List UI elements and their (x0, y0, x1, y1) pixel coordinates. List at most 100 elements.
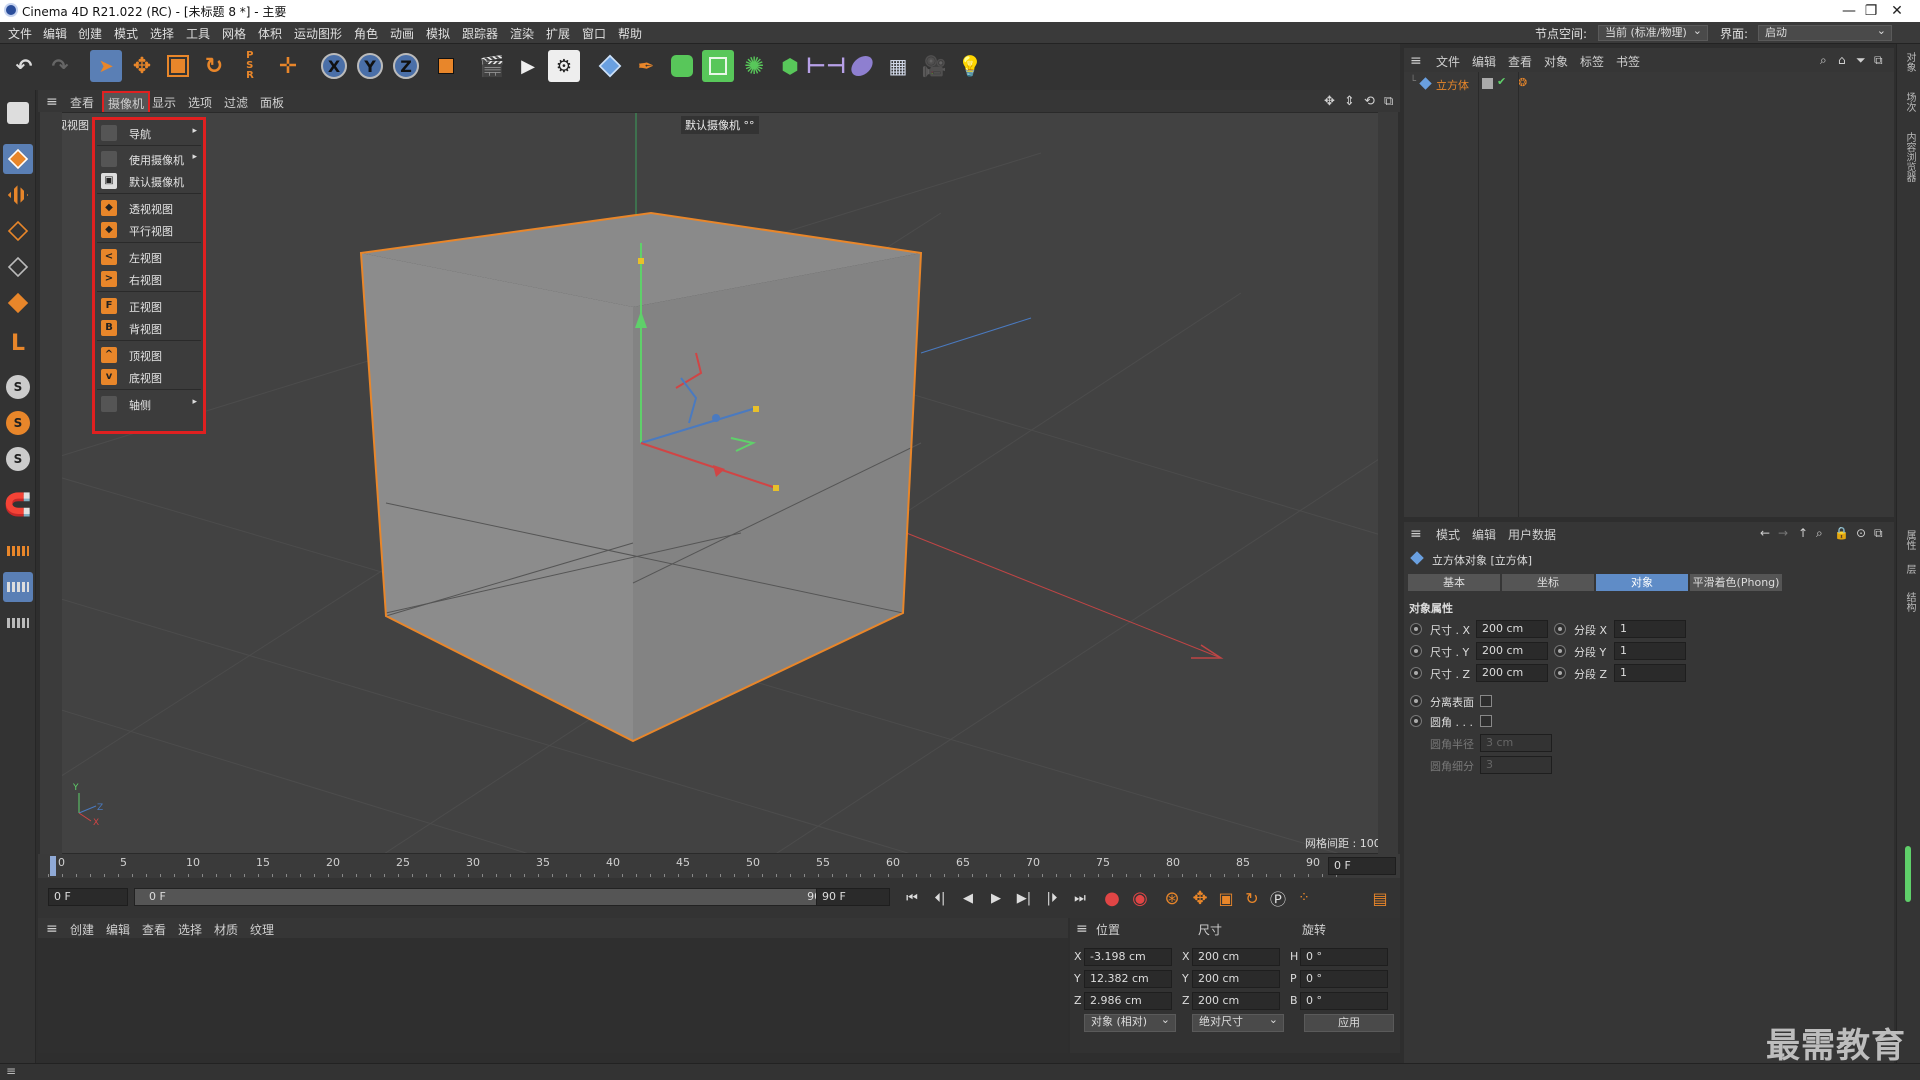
object-filter-icon[interactable]: ⏷ (1856, 53, 1866, 68)
material-menu-edit[interactable]: 编辑 (106, 921, 130, 938)
next-key-icon[interactable]: |⏵ (1040, 887, 1064, 909)
tab-object[interactable]: 对象 (1596, 574, 1688, 591)
tab-coord[interactable]: 坐标 (1502, 574, 1594, 591)
gizmo-z-scale-handle[interactable] (753, 406, 759, 412)
size-mode-select[interactable]: 绝对尺寸 (1192, 1013, 1284, 1032)
segments-x-input[interactable]: 1 (1614, 620, 1686, 638)
pen-spline-icon[interactable]: ✒ (630, 50, 662, 82)
attribute-new-window-icon[interactable]: ⧉ (1874, 526, 1883, 541)
go-to-end-icon[interactable]: ⏭ (1068, 887, 1092, 909)
key-scale-icon[interactable]: ▣ (1214, 887, 1238, 909)
undo-icon[interactable]: ↶ (8, 50, 40, 82)
key-parameter-icon[interactable]: Ⓟ (1266, 887, 1290, 909)
auto-keyframe-icon[interactable]: ◉ (1128, 887, 1152, 909)
attribute-search-icon[interactable]: ⌕ (1816, 526, 1823, 541)
camera-menu-back[interactable]: B 背视图 (97, 318, 201, 338)
camera-menu-top[interactable]: ^ 顶视图 (97, 345, 201, 365)
attribute-up-icon[interactable]: ↑ (1798, 526, 1808, 540)
viewport-menu-filter[interactable]: 过滤 (224, 94, 248, 111)
planar-workplane-icon[interactable] (3, 608, 33, 638)
model-mode-icon[interactable] (3, 144, 33, 174)
material-hamburger-icon[interactable]: ≡ (46, 921, 58, 937)
coordinate-system-icon[interactable] (430, 50, 462, 82)
material-menu-material[interactable]: 材质 (214, 921, 238, 938)
camera-menu-axonometric[interactable]: 轴侧 ▸ (97, 394, 201, 414)
attribute-settings-icon[interactable]: ⊙ (1856, 526, 1866, 540)
z-axis-lock-icon[interactable]: Z (390, 50, 422, 82)
psr-transform-icon[interactable]: PSR (234, 50, 266, 82)
viewport-hamburger-icon[interactable]: ≡ (46, 94, 58, 110)
end-frame-field[interactable]: 90 F (816, 888, 890, 906)
status-hamburger-icon[interactable]: ≡ (6, 1064, 16, 1078)
object-menu-edit[interactable]: 编辑 (1472, 53, 1496, 70)
camera-menu-default-camera[interactable]: ▣ 默认摄像机 (97, 171, 201, 191)
rotate-icon[interactable]: ↻ (198, 50, 230, 82)
close-button[interactable]: ✕ (1874, 0, 1920, 22)
key-position-icon[interactable]: ✥ (1188, 887, 1212, 909)
side-tab-content-browser[interactable]: 内容浏览器 (1902, 132, 1917, 182)
object-home-icon[interactable]: ⌂ (1838, 53, 1846, 67)
playhead-marker[interactable] (50, 856, 56, 876)
tab-phong[interactable]: 平滑着色(Phong) (1690, 574, 1782, 591)
menu-tracker[interactable]: 跟踪器 (462, 25, 498, 42)
camera-menu-perspective[interactable]: ◆ 透视视图 (97, 198, 201, 218)
redo-icon[interactable]: ↷ (44, 50, 76, 82)
select-arrow-icon[interactable]: ➤ (90, 50, 122, 82)
attribute-back-icon[interactable]: ← (1760, 526, 1770, 540)
object-name-cube[interactable]: 立方体 (1436, 77, 1469, 93)
material-manager[interactable] (38, 918, 1068, 1053)
object-menu-file[interactable]: 文件 (1436, 53, 1460, 70)
frame-range-slider[interactable]: 0 F 90 F (134, 888, 842, 906)
separate-surfaces-checkbox[interactable] (1480, 695, 1492, 707)
edges-mode-icon[interactable] (3, 252, 33, 282)
size-x-input[interactable]: 200 cm (1476, 620, 1548, 638)
previous-frame-icon[interactable]: ◀ (956, 887, 980, 909)
start-frame-field[interactable]: 0 F (48, 888, 128, 906)
field-icon[interactable] (846, 50, 878, 82)
rotation-h-field[interactable]: 0 ° (1300, 948, 1388, 966)
side-tab-takes[interactable]: 场次 (1902, 92, 1917, 112)
viewport-move-icon[interactable]: ✥ (1324, 94, 1335, 109)
viewport-maximize-icon[interactable]: ⧉ (1384, 94, 1393, 109)
camera-menu-use-camera[interactable]: 使用摄像机 ▸ (97, 149, 201, 169)
side-tab-attributes[interactable]: 属性 (1902, 530, 1917, 550)
animate-radio-size-x[interactable] (1410, 623, 1422, 635)
tag-icon[interactable]: ❂ (1518, 76, 1527, 89)
menu-window[interactable]: 窗口 (582, 25, 606, 42)
polygons-mode-icon[interactable] (3, 288, 33, 318)
menu-select[interactable]: 选择 (150, 25, 174, 42)
menu-help[interactable]: 帮助 (618, 25, 642, 42)
viewport-zoom-icon[interactable]: ⇕ (1344, 94, 1355, 109)
viewport-menu-options[interactable]: 选项 (188, 94, 212, 111)
current-frame-field[interactable]: 0 F (1328, 857, 1396, 875)
camera-menu-right[interactable]: > 右视图 (97, 269, 201, 289)
attribute-hamburger-icon[interactable]: ≡ (1410, 526, 1422, 542)
camera-menu-left[interactable]: < 左视图 (97, 247, 201, 267)
make-editable-icon[interactable] (3, 98, 33, 128)
position-x-field[interactable]: -3.198 cm (1084, 948, 1172, 966)
size-y-input[interactable]: 200 cm (1476, 642, 1548, 660)
position-y-field[interactable]: 12.382 cm (1084, 970, 1172, 988)
object-row-cube[interactable]: └ 立方体 (1410, 76, 1530, 92)
key-point-level-icon[interactable]: ⁘ (1292, 887, 1316, 909)
texture-mode-icon[interactable] (3, 180, 33, 210)
render-settings-icon[interactable]: ⚙ (548, 50, 580, 82)
last-tool-icon[interactable]: ✛ (272, 50, 304, 82)
points-mode-icon[interactable] (3, 216, 33, 246)
x-axis-lock-icon[interactable]: X (318, 50, 350, 82)
layer-icon[interactable] (1482, 78, 1493, 89)
material-menu-texture[interactable]: 纹理 (250, 921, 274, 938)
workplane-icon[interactable] (3, 536, 33, 566)
axis-mode-icon[interactable]: L (3, 328, 33, 358)
subdivision-surface-icon[interactable] (666, 50, 698, 82)
attribute-menu-mode[interactable]: 模式 (1436, 526, 1460, 543)
go-to-start-icon[interactable]: ⏮ (900, 887, 924, 909)
locked-workplane-icon[interactable] (3, 572, 33, 602)
menu-file[interactable]: 文件 (8, 25, 32, 42)
next-frame-icon[interactable]: ▶| (1012, 887, 1036, 909)
camera-menu-parallel[interactable]: ◆ 平行视图 (97, 220, 201, 240)
side-scroll-indicator[interactable] (1905, 846, 1911, 902)
menu-edit[interactable]: 编辑 (43, 25, 67, 42)
animate-radio-fillet[interactable] (1410, 715, 1422, 727)
menu-simulate[interactable]: 模拟 (426, 25, 450, 42)
